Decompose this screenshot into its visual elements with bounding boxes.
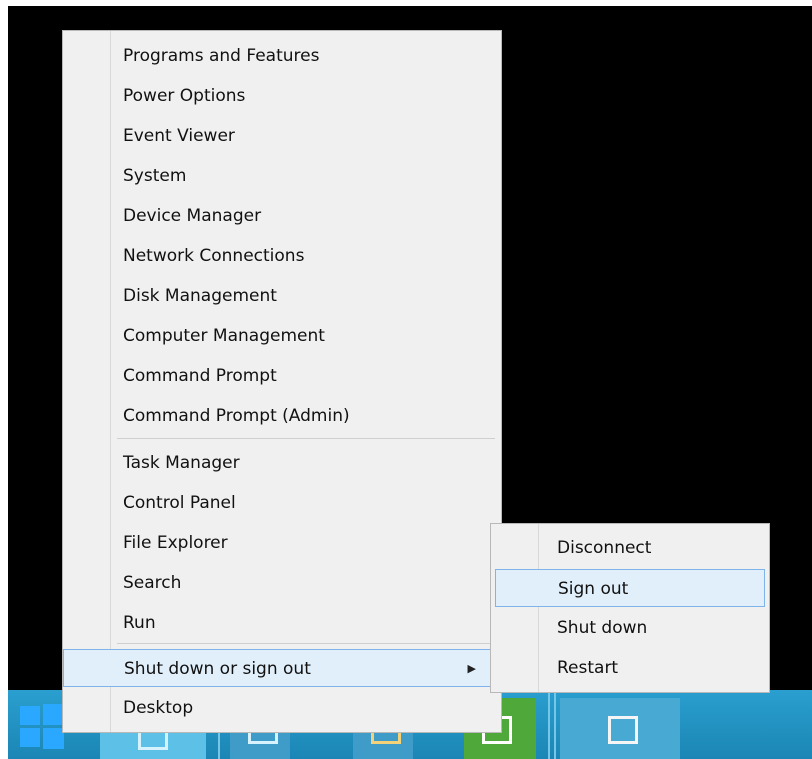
menu-item-search[interactable]: Search	[63, 564, 501, 602]
shutdown-submenu: Disconnect Sign out Shut down Restart	[490, 523, 770, 693]
submenu-item-disconnect[interactable]: Disconnect	[495, 529, 765, 567]
menu-item-system[interactable]: System	[63, 157, 501, 195]
menu-item-label: Device Manager	[123, 206, 262, 226]
menu-item-run[interactable]: Run	[63, 604, 501, 642]
taskbar-notepad[interactable]	[560, 698, 680, 759]
menu-item-computer-management[interactable]: Computer Management	[63, 317, 501, 355]
menu-item-label: Desktop	[123, 698, 194, 718]
windows-logo-icon	[20, 706, 40, 725]
notepad-icon	[608, 716, 638, 744]
menu-item-label: Event Viewer	[123, 126, 235, 146]
menu-item-power-options[interactable]: Power Options	[63, 77, 501, 115]
submenu-arrow-icon: ▶	[467, 662, 476, 675]
menu-item-command-prompt-admin[interactable]: Command Prompt (Admin)	[63, 397, 501, 435]
submenu-item-restart[interactable]: Restart	[495, 649, 765, 687]
submenu-item-label: Shut down	[557, 618, 648, 638]
submenu-item-label: Disconnect	[557, 538, 652, 558]
menu-item-disk-management[interactable]: Disk Management	[63, 277, 501, 315]
menu-item-label: Run	[123, 613, 156, 633]
menu-item-label: Control Panel	[123, 493, 236, 513]
submenu-item-label: Restart	[557, 658, 619, 678]
menu-item-control-panel[interactable]: Control Panel	[63, 484, 501, 522]
submenu-item-sign-out[interactable]: Sign out	[495, 569, 765, 607]
menu-item-label: Search	[123, 573, 182, 593]
menu-separator	[117, 643, 495, 644]
menu-item-label: Power Options	[123, 86, 246, 106]
menu-item-label: System	[123, 166, 187, 186]
menu-item-network-connections[interactable]: Network Connections	[63, 237, 501, 275]
menu-item-label: Shut down or sign out	[124, 659, 311, 679]
menu-item-label: Network Connections	[123, 246, 305, 266]
menu-separator	[117, 438, 495, 439]
menu-item-desktop[interactable]: Desktop	[63, 689, 501, 727]
menu-item-file-explorer[interactable]: File Explorer	[63, 524, 501, 562]
start-button[interactable]	[20, 704, 64, 749]
menu-item-device-manager[interactable]: Device Manager	[63, 197, 501, 235]
menu-item-label: Programs and Features	[123, 46, 320, 66]
menu-item-task-manager[interactable]: Task Manager	[63, 444, 501, 482]
menu-item-event-viewer[interactable]: Event Viewer	[63, 117, 501, 155]
menu-item-label: File Explorer	[123, 533, 228, 553]
submenu-item-shut-down[interactable]: Shut down	[495, 609, 765, 647]
menu-item-label: Command Prompt	[123, 366, 277, 386]
menu-item-label: Disk Management	[123, 286, 277, 306]
submenu-item-label: Sign out	[558, 579, 629, 599]
menu-item-programs-and-features[interactable]: Programs and Features	[63, 37, 501, 75]
menu-item-label: Command Prompt (Admin)	[123, 406, 350, 426]
menu-item-label: Task Manager	[123, 453, 240, 473]
winx-context-menu: Programs and Features Power Options Even…	[62, 30, 502, 733]
menu-item-label: Computer Management	[123, 326, 325, 346]
menu-item-command-prompt[interactable]: Command Prompt	[63, 357, 501, 395]
menu-item-shut-down-or-sign-out[interactable]: Shut down or sign out ▶	[63, 649, 501, 687]
